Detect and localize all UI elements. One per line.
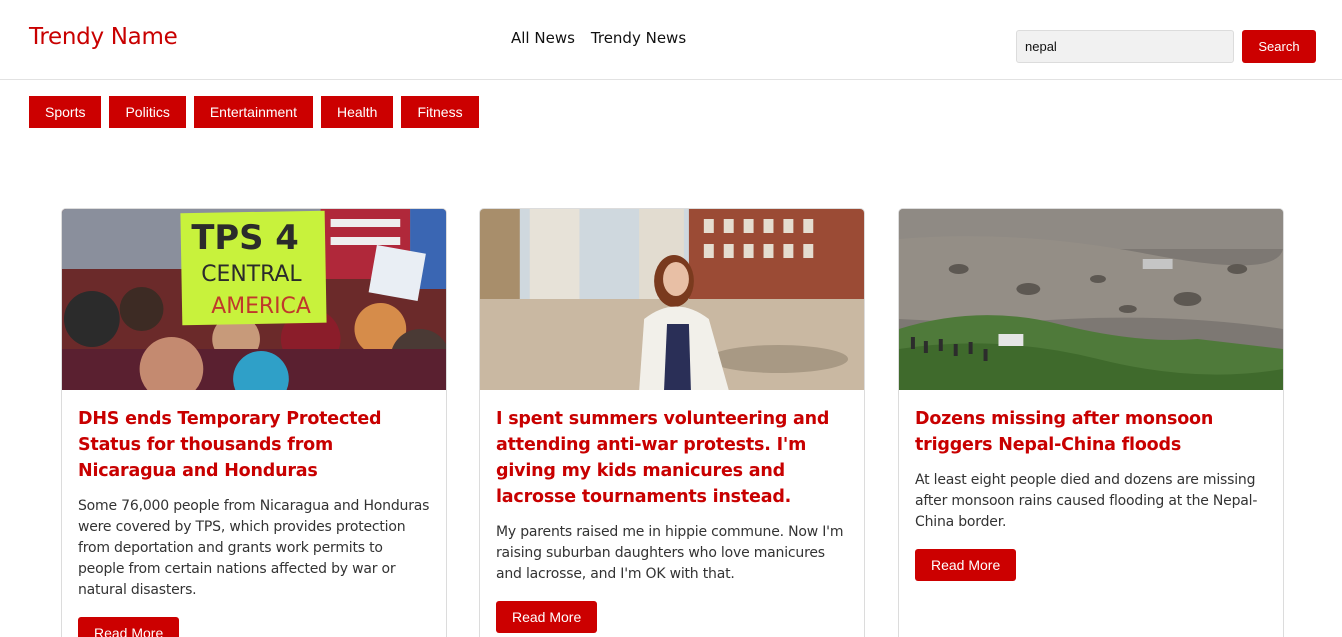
news-image-protest[interactable]: TPS 4 CENTRAL AMERICA	[62, 209, 446, 390]
article-title[interactable]: I spent summers volunteering and attendi…	[496, 406, 848, 510]
sign-text-line-2: CENTRAL	[201, 262, 302, 287]
news-card: TPS 4 CENTRAL AMERICA DHS ends Temporary…	[61, 208, 447, 637]
sign-text-line-3: AMERICA	[211, 294, 311, 319]
news-image-flood[interactable]	[899, 209, 1283, 390]
category-fitness-button[interactable]: Fitness	[401, 96, 479, 128]
read-more-button[interactable]: Read More	[78, 617, 180, 637]
sign-text-line-1: TPS 4	[191, 218, 299, 257]
article-title[interactable]: Dozens missing after monsoon triggers Ne…	[915, 406, 1267, 458]
news-card: Dozens missing after monsoon triggers Ne…	[898, 208, 1284, 637]
article-description: At least eight people died and dozens ar…	[915, 472, 1258, 530]
category-bar: Sports Politics Entertainment Health Fit…	[29, 96, 479, 128]
nav-all-news[interactable]: All News	[511, 29, 575, 47]
site-header: Trendy Name All News Trendy News Search	[0, 0, 1342, 80]
search-input[interactable]	[1016, 30, 1234, 63]
category-entertainment-button[interactable]: Entertainment	[193, 96, 313, 128]
article-description: Some 76,000 people from Nicaragua and Ho…	[78, 498, 430, 598]
category-sports-button[interactable]: Sports	[29, 96, 102, 128]
article-title[interactable]: DHS ends Temporary Protected Status for …	[78, 406, 430, 484]
article-description: My parents raised me in hippie commune. …	[496, 524, 844, 582]
category-health-button[interactable]: Health	[321, 96, 394, 128]
read-more-button[interactable]: Read More	[496, 601, 598, 633]
site-logo[interactable]: Trendy Name	[29, 24, 178, 50]
news-image-woman-in-park[interactable]	[480, 209, 864, 390]
read-more-button[interactable]: Read More	[915, 549, 1017, 581]
nav-trendy-news[interactable]: Trendy News	[591, 29, 686, 47]
main-nav: All News Trendy News	[511, 29, 686, 47]
news-card: I spent summers volunteering and attendi…	[479, 208, 865, 637]
category-politics-button[interactable]: Politics	[109, 96, 186, 128]
search-button[interactable]: Search	[1242, 30, 1316, 63]
